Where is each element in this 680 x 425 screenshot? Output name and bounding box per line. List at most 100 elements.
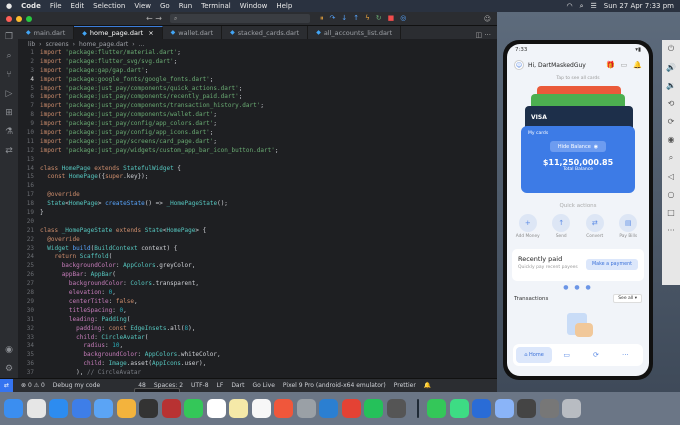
code-line[interactable]: 13 (18, 156, 497, 165)
rotate-left-icon[interactable]: ⟲ (668, 99, 675, 108)
preview-icon[interactable] (494, 399, 514, 418)
tab-all-accounts-list[interactable]: ◆ all_accounts_list.dart (308, 26, 402, 39)
code-line[interactable]: 1 import 'package:flutter/material.dart'; (18, 49, 497, 58)
code-line[interactable]: 28 elevation: 0, (18, 289, 497, 298)
code-line[interactable]: 16 (18, 182, 497, 191)
menu-run[interactable]: Run (179, 2, 192, 10)
code-line[interactable]: 34 radius: 10, (18, 342, 497, 351)
code-line[interactable]: 36 child: Image.asset(AppIcons.user), (18, 360, 497, 369)
step-over-icon[interactable]: ↷ (329, 14, 335, 23)
code-line[interactable]: 19} (18, 209, 497, 218)
step-into-icon[interactable]: ↓ (341, 14, 347, 23)
calendar-icon[interactable] (206, 399, 226, 418)
tab-wallet[interactable]: ◆ wallet.dart (163, 26, 223, 39)
code-line[interactable]: 10 import 'package:just_pay/config/app_ic… (18, 129, 497, 138)
code-line[interactable]: 37 ), // CircleAvatar (18, 369, 497, 378)
rotate-right-icon[interactable]: ⟳ (668, 117, 675, 126)
nav-exchange-icon[interactable]: ⟳ (581, 351, 610, 359)
code-editor[interactable]: 1 import 'package:flutter/material.dart';… (18, 49, 497, 378)
chat-icon[interactable]: ▭ (621, 61, 628, 69)
photos-icon[interactable] (116, 399, 136, 418)
language-mode[interactable]: Dart (231, 382, 244, 389)
run-debug-icon[interactable]: ▷ (6, 89, 13, 99)
breadcrumb-screens[interactable]: screens (46, 41, 69, 48)
quick-action-send[interactable]: ↑ Send (546, 214, 576, 239)
tab-home-page[interactable]: ◆ home_page.dart × (74, 26, 163, 39)
flutter-device[interactable]: Pixel 9 Pro (android-x64 emulator) (283, 382, 386, 389)
hot-reload-icon[interactable]: ϟ (365, 14, 370, 23)
menu-help[interactable]: Help (276, 2, 292, 10)
source-control-icon[interactable]: ⑂ (6, 70, 11, 80)
split-editor-icon[interactable]: ◫ ··· (475, 31, 497, 39)
quick-action-add-money[interactable]: + Add Money (513, 214, 543, 239)
code-line[interactable]: 32 padding: const EdgeInsets.all(8), (18, 325, 497, 334)
code-line[interactable]: 27 backgroundColor: Colors.transparent, (18, 280, 497, 289)
messages-icon[interactable] (427, 399, 446, 418)
accounts-icon[interactable]: ☺ (484, 15, 491, 23)
pause-icon[interactable]: ⏸ (320, 14, 324, 23)
breadcrumb-symbol[interactable]: ... (139, 41, 145, 48)
debug-status[interactable]: Debug my code (53, 382, 100, 389)
launchpad-icon[interactable] (26, 399, 46, 418)
code-line[interactable]: 25 backgroundColor: AppColors.greyColor, (18, 262, 497, 271)
code-line[interactable]: 5 import 'package:just_pay/components/qui… (18, 85, 497, 94)
code-line[interactable]: 18 State<HomePage> createState() => _Hom… (18, 200, 497, 209)
nav-more-icon[interactable]: ··· (611, 351, 640, 359)
mail-icon[interactable] (71, 399, 91, 418)
go-live-button[interactable]: Go Live (252, 382, 274, 389)
code-line[interactable]: 14 class HomePage extends StatefulWidget … (18, 165, 497, 174)
line-ending[interactable]: LF (217, 382, 224, 389)
tab-stacked-cards[interactable]: ◆ stacked_cards.dart (222, 26, 309, 39)
code-line[interactable]: 9 import 'package:just_pay/config/app_col… (18, 120, 497, 129)
bell-icon[interactable]: 🔔 (633, 61, 642, 69)
menubar-datetime[interactable]: Sun 27 Apr 7:33 pm (604, 2, 674, 10)
code-line[interactable]: 17 @override (18, 191, 497, 200)
code-line[interactable]: 20 (18, 218, 497, 227)
code-line[interactable]: 4 import 'package:google_fonts/google_fon… (18, 76, 497, 85)
menu-selection[interactable]: Selection (93, 2, 125, 10)
code-line[interactable]: 8 import 'package:just_pay/components/wal… (18, 111, 497, 120)
wallet-card[interactable]: My cards Hide Balance ◉ $11,250,000.85 To… (521, 126, 635, 193)
remote-indicator-icon[interactable]: ⇄ (0, 378, 14, 393)
menu-view[interactable]: View (134, 2, 151, 10)
gift-icon[interactable]: 🎁 (606, 61, 615, 69)
code-line[interactable]: 29 centerTitle: false, (18, 298, 497, 307)
search-icon[interactable]: ⌕ (6, 51, 11, 61)
step-out-icon[interactable]: ↑ (353, 14, 359, 23)
notes-icon[interactable] (229, 399, 248, 418)
account-icon[interactable]: ◉ (5, 345, 13, 355)
close-window-button[interactable] (6, 15, 12, 22)
code-line[interactable]: 7 import 'package:just_pay/components/tra… (18, 102, 497, 111)
more-icon[interactable]: ··· (667, 226, 675, 235)
tab-main[interactable]: ◆ main.dart (18, 26, 75, 39)
bell-icon[interactable]: 🔔 (424, 382, 431, 389)
menu-edit[interactable]: Edit (71, 2, 85, 10)
reminders-icon[interactable] (251, 399, 271, 418)
menu-window[interactable]: Window (240, 2, 268, 10)
make-payment-button[interactable]: Make a payment (586, 259, 638, 270)
camera-icon[interactable]: ◉ (668, 135, 675, 144)
restart-icon[interactable]: ↻ (376, 14, 382, 23)
menu-go[interactable]: Go (160, 2, 170, 10)
chrome-icon[interactable] (341, 399, 361, 418)
prettier-status[interactable]: Prettier (394, 382, 416, 389)
code-line[interactable]: 31 leading: Padding( (18, 316, 497, 325)
downloads-icon[interactable] (517, 399, 536, 418)
menu-terminal[interactable]: Terminal (201, 2, 231, 10)
nav-cards-icon[interactable]: ▭ (552, 351, 581, 359)
testing-icon[interactable]: ⚗ (5, 127, 13, 137)
error-count[interactable]: ⊗ 0 ⚠ 0 (21, 382, 45, 389)
facetime-icon[interactable] (184, 399, 203, 418)
code-line[interactable]: 12 import 'package:just_pay/widgets/custo… (18, 147, 497, 156)
back-icon[interactable]: ◁ (668, 172, 674, 181)
stop-icon[interactable]: ■ (388, 14, 395, 23)
extensions-icon[interactable]: ⊞ (5, 108, 13, 118)
code-line[interactable]: 11 import 'package:just_pay/screens/card_… (18, 138, 497, 147)
apple-icon[interactable]: ● (6, 2, 12, 10)
trash-icon[interactable] (562, 399, 581, 418)
android-emulator-icon[interactable] (449, 399, 469, 418)
vscode-icon[interactable] (319, 399, 338, 418)
finder-icon[interactable] (4, 399, 23, 418)
stacked-cards[interactable]: VISA (507, 84, 649, 136)
overview-icon[interactable]: □ (667, 208, 675, 217)
